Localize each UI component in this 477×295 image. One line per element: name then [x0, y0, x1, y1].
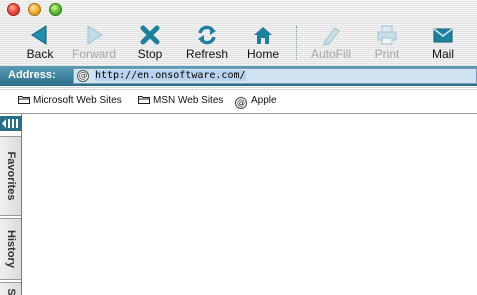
favorites-bar: Microsoft Web Sites MSN Web Sites @ Apple — [0, 86, 477, 114]
tab-favorites-label: Favorites — [4, 151, 17, 201]
tab-search-label: S — [4, 288, 17, 295]
address-label: Address: — [8, 69, 56, 81]
address-url-text: http://en.onsoftware.com/ — [95, 70, 246, 81]
mail-icon — [433, 28, 453, 43]
print-button[interactable]: Print — [359, 22, 415, 64]
tab-favorites[interactable]: Favorites — [0, 136, 21, 216]
favorite-apple[interactable]: @ Apple — [235, 95, 277, 109]
stop-button[interactable]: Stop — [122, 22, 178, 64]
autofill-label: AutoFill — [310, 47, 351, 61]
printer-icon — [377, 25, 397, 45]
refresh-icon — [198, 25, 216, 45]
mail-label: Mail — [431, 47, 454, 61]
favorite-label: Apple — [251, 95, 277, 106]
refresh-button[interactable]: Refresh — [179, 22, 235, 64]
sidebar-toggle-button[interactable] — [0, 116, 22, 131]
autofill-pen-icon — [323, 27, 340, 46]
home-label: Home — [246, 47, 279, 61]
favorite-microsoft-web-sites[interactable]: Microsoft Web Sites — [18, 95, 122, 106]
forward-label: Forward — [71, 47, 116, 61]
zoom-window-button[interactable] — [49, 3, 62, 16]
tab-history[interactable]: History — [0, 218, 21, 280]
back-button[interactable]: Back — [12, 22, 68, 64]
tab-search[interactable]: S — [0, 282, 21, 295]
address-bar: Address: @ http://en.onsoftware.com/ — [0, 66, 477, 86]
favorite-msn-web-sites[interactable]: MSN Web Sites — [138, 95, 223, 106]
back-label: Back — [26, 47, 54, 61]
back-arrow-icon — [31, 25, 47, 45]
refresh-label: Refresh — [185, 47, 229, 61]
stop-x-icon — [140, 25, 160, 45]
address-input[interactable]: @ http://en.onsoftware.com/ — [73, 68, 477, 84]
forward-arrow-icon — [87, 25, 103, 45]
folder-icon — [138, 96, 150, 104]
home-icon — [254, 27, 272, 44]
minimize-window-button[interactable] — [28, 3, 41, 16]
folder-icon — [18, 96, 30, 104]
at-link-icon: @ — [235, 97, 247, 109]
explorer-sidebar: Favorites History S — [0, 114, 22, 295]
sidebar-toggle-icon — [2, 119, 18, 128]
favorite-label: Microsoft Web Sites — [33, 95, 122, 106]
tab-history-label: History — [4, 230, 17, 268]
toolbar-separator — [296, 26, 297, 60]
autofill-button[interactable]: AutoFill — [303, 22, 359, 64]
page-content-area[interactable] — [23, 115, 477, 295]
browser-window: Back Forward Stop Refresh Home AutoFill … — [0, 0, 477, 295]
forward-button[interactable]: Forward — [66, 22, 122, 64]
stop-label: Stop — [137, 47, 163, 61]
favorite-label: MSN Web Sites — [153, 95, 224, 106]
home-button[interactable]: Home — [235, 22, 291, 64]
url-at-icon: @ — [77, 70, 89, 82]
close-window-button[interactable] — [7, 3, 20, 16]
print-label: Print — [374, 47, 400, 61]
navigation-toolbar: Back Forward Stop Refresh Home AutoFill … — [0, 20, 477, 66]
title-bar — [0, 0, 477, 20]
mail-button[interactable]: Mail — [415, 22, 471, 64]
